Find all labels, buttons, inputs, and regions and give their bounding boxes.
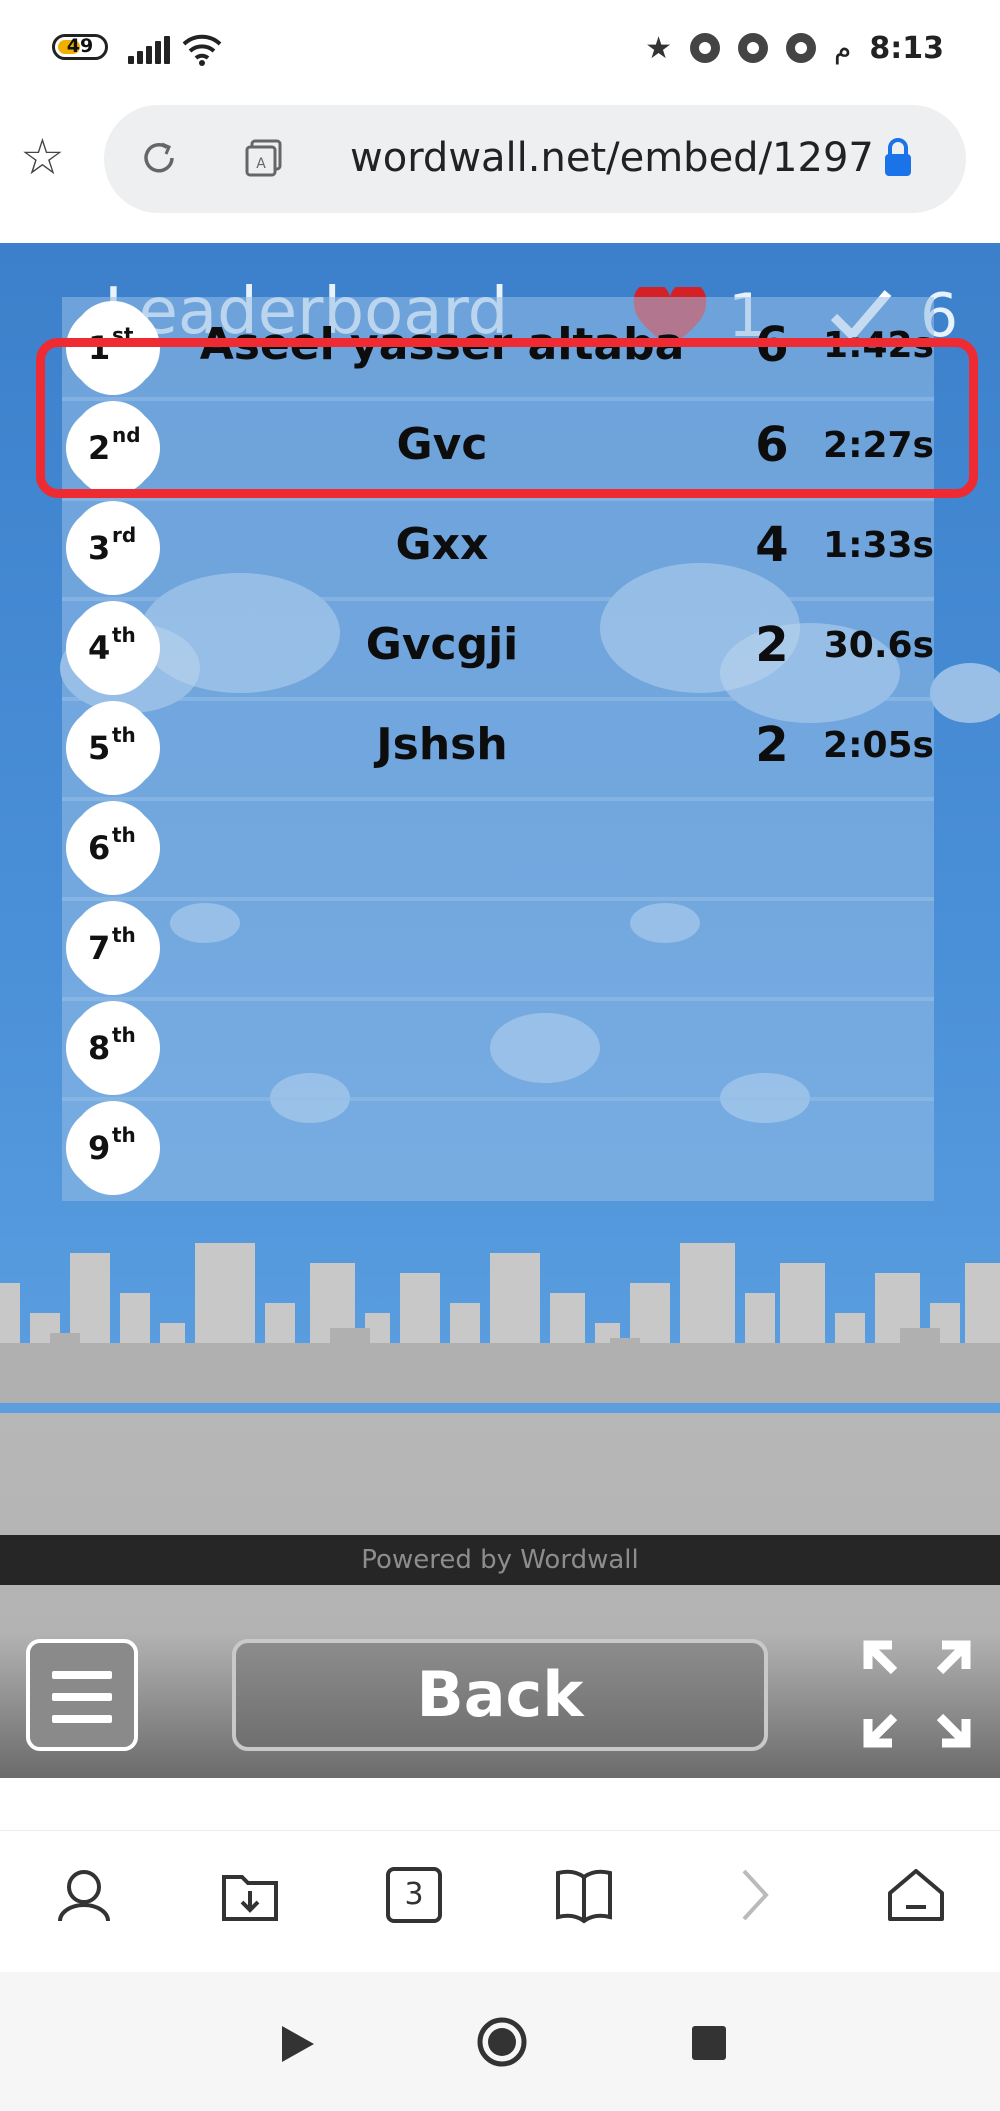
ampm-label: م [834,31,852,65]
bookmark-star-icon[interactable]: ☆ [20,132,65,182]
rank-number: 6 [88,829,111,867]
reload-icon[interactable] [140,139,178,177]
rank-number: 7 [88,929,111,967]
home-circle-icon[interactable] [476,2016,528,2068]
reading-icon[interactable] [552,1863,616,1927]
recents-square-icon[interactable] [692,2026,726,2060]
cloud [930,663,1000,723]
star-icon: ★ [645,30,673,66]
download-folder-icon[interactable] [218,1863,282,1927]
system-nav-bar [0,1972,1000,2111]
rank-suffix: rd [112,523,137,547]
rank-number: 5 [88,729,111,767]
leaderboard-row: 7th [62,897,934,1001]
rank-suffix: th [112,1023,136,1047]
player-score: 4 [755,517,789,573]
player-time: 1:33s [823,525,934,566]
rank-number: 4 [88,629,111,667]
signal-icon [128,36,170,64]
chrome-icon [786,33,817,63]
leaderboard-row: 9th [62,1097,934,1201]
player-name: Gxx [395,519,489,570]
leaderboard-row: 6th [62,797,934,901]
browser-toolbar: 3 [0,1830,1000,1971]
player-time: 30.6s [823,625,934,666]
rank-suffix: th [112,1123,136,1147]
back-triangle-icon[interactable] [280,2024,316,2064]
rank-badge: 4th [70,605,156,691]
address-bar-row: ☆ A wordwall.net/embed/1297 [0,100,1000,240]
rank-badge: 6th [70,805,156,891]
rank-number: 8 [88,1029,111,1067]
battery-level: 49 [66,35,94,57]
rank-badge: 3rd [70,505,156,591]
menu-button[interactable] [26,1639,138,1751]
url-text[interactable]: wordwall.net/embed/1297 [350,135,890,181]
rank-suffix: th [112,723,136,747]
player-name: Jshsh [376,719,508,770]
translate-icon[interactable]: A [244,137,286,179]
chrome-icon [738,33,769,63]
chrome-icon [690,33,721,63]
svg-text:A: A [256,156,266,172]
forward-icon[interactable] [722,1863,786,1927]
player-time: 2:05s [823,725,934,766]
rank-suffix: th [112,623,136,647]
rank-suffix: th [112,823,136,847]
rank-badge: 8th [70,1005,156,1091]
highlight-annotation [36,338,978,498]
rank-badge: 9th [70,1105,156,1191]
leaderboard-row: 3rd Gxx 4 1:33s [62,497,934,601]
back-button[interactable]: Back [232,1639,768,1751]
battery-icon: 49 [52,34,108,60]
wifi-icon [182,34,222,66]
fullscreen-icon[interactable] [862,1639,972,1749]
rank-badge: 7th [70,905,156,991]
address-bar[interactable]: A wordwall.net/embed/1297 [104,105,966,213]
leaderboard-row: 4th Gvcgji 2 30.6s [62,597,934,701]
city-skyline [0,1243,1000,1403]
rank-number: 9 [88,1129,111,1167]
player-score: 2 [755,717,789,773]
lock-icon[interactable] [880,135,916,179]
rank-badge: 5th [70,705,156,791]
powered-by[interactable]: Powered by Wordwall [0,1535,1000,1585]
tabs-button[interactable]: 3 [386,1867,442,1923]
profile-icon[interactable] [52,1863,116,1927]
player-name: Gvcgji [365,619,519,670]
rank-suffix: th [112,923,136,947]
status-bar: 49 ★ م 8:13 [0,0,1000,100]
rank-number: 3 [88,529,111,567]
leaderboard-row: 8th [62,997,934,1101]
home-icon[interactable] [884,1863,948,1927]
player-score: 2 [755,617,789,673]
leaderboard-row: 5th Jshsh 2 2:05s [62,697,934,801]
clock: 8:13 [869,30,944,66]
